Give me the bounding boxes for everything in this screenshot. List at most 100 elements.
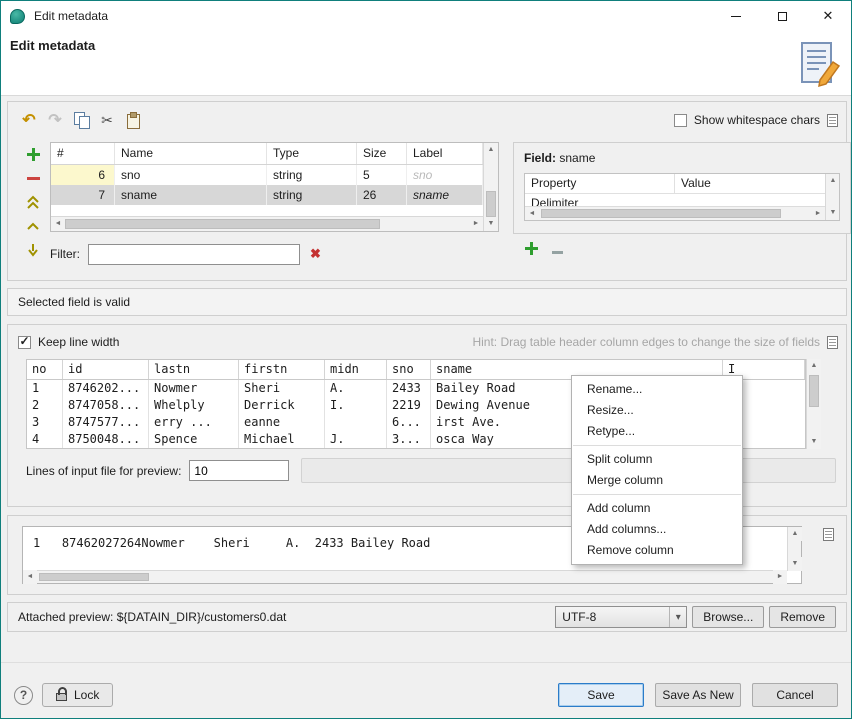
move-field-down-button[interactable] (24, 241, 42, 259)
move-field-top-button[interactable] (24, 193, 42, 211)
column-header-size[interactable]: Size (357, 143, 407, 164)
column-header[interactable]: midn (325, 360, 387, 379)
titlebar[interactable]: Edit metadata ✕ (1, 1, 851, 31)
menu-item-merge-column[interactable]: Merge column (572, 470, 742, 491)
scroll-down-icon[interactable]: ▼ (826, 206, 840, 220)
remove-field-button[interactable] (24, 169, 42, 187)
filter-label: Filter: (50, 247, 80, 261)
property-table-vscroll[interactable]: ▲ ▼ (825, 174, 839, 220)
panel-menu-icon[interactable] (827, 114, 838, 127)
scroll-down-icon[interactable]: ▼ (807, 435, 821, 449)
lines-of-input-field[interactable] (189, 460, 289, 481)
scroll-up-icon[interactable]: ▲ (807, 359, 821, 373)
column-header[interactable]: sno (387, 360, 431, 379)
scroll-left-icon[interactable]: ◄ (51, 217, 65, 231)
column-header-num[interactable]: # (51, 143, 115, 164)
scroll-right-icon[interactable]: ► (773, 570, 787, 584)
fields-table-hscroll[interactable]: ◄ ► (51, 216, 483, 231)
menu-item-retype[interactable]: Retype... (572, 421, 742, 442)
maximize-button[interactable] (759, 1, 805, 31)
menu-item-resize[interactable]: Resize... (572, 400, 742, 421)
move-field-up-button[interactable] (24, 217, 42, 235)
validation-status: Selected field is valid (7, 288, 847, 316)
add-property-button[interactable] (525, 242, 538, 258)
remove-property-button[interactable] (552, 243, 563, 257)
keep-line-width-checkbox[interactable]: ✓ (18, 336, 31, 349)
clear-filter-icon[interactable]: ✖ (310, 246, 321, 262)
check-icon: ✓ (19, 335, 29, 347)
column-header[interactable]: no (27, 360, 63, 379)
raw-preview-vscroll[interactable]: ▲ ▼ (787, 527, 801, 571)
column-header-value[interactable]: Value (675, 174, 839, 193)
scroll-up-icon[interactable]: ▲ (788, 527, 802, 541)
undo-icon[interactable]: ↶ (16, 110, 42, 130)
encoding-select[interactable]: UTF-8 ▾ (555, 606, 687, 628)
vscroll-thumb[interactable] (809, 375, 819, 407)
raw-panel-icon[interactable] (823, 528, 834, 541)
minimize-button[interactable] (713, 1, 759, 31)
scroll-left-icon[interactable]: ◄ (23, 570, 37, 584)
preview-hint: Hint: Drag table header column edges to … (472, 335, 820, 349)
column-header-label[interactable]: Label (407, 143, 483, 164)
field-row-sno[interactable]: 6 sno string 5 sno (51, 165, 483, 185)
save-as-new-button[interactable]: Save As New (655, 683, 741, 707)
chevron-up-icon (26, 221, 40, 231)
filter-input[interactable] (88, 244, 300, 265)
column-header[interactable]: firstn (239, 360, 325, 379)
column-header[interactable]: id (63, 360, 149, 379)
minus-icon (27, 177, 40, 180)
maximize-icon (778, 12, 787, 21)
scroll-left-icon[interactable]: ◄ (525, 207, 539, 221)
preview-table-vscroll[interactable]: ▲ ▼ (806, 359, 821, 449)
field-editor-panel: ↶ ↷ ✂ Show whitespace chars (7, 101, 847, 281)
vscroll-thumb[interactable] (486, 191, 496, 217)
scroll-up-icon[interactable]: ▲ (484, 143, 498, 157)
editor-toolbar: ↶ ↷ ✂ Show whitespace chars (16, 106, 838, 134)
column-header-property[interactable]: Property (525, 174, 675, 193)
field-actions-toolbar (16, 142, 50, 265)
copy-icon[interactable] (68, 110, 94, 130)
attached-preview-bar: Attached preview: ${DATAIN_DIR}/customer… (7, 602, 847, 632)
hscroll-thumb[interactable] (39, 573, 149, 581)
menu-item-split-column[interactable]: Split column (572, 449, 742, 470)
raw-preview-hscroll[interactable]: ◄ ► (23, 570, 787, 583)
minimize-icon (731, 16, 741, 17)
preview-panel-icon[interactable] (827, 336, 838, 349)
field-label: Field: (524, 151, 556, 165)
metadata-document-icon (796, 40, 842, 88)
field-name-value: sname (559, 151, 595, 165)
scroll-right-icon[interactable]: ► (469, 217, 483, 231)
menu-item-rename[interactable]: Rename... (572, 379, 742, 400)
field-properties-panel: Field: sname Property Value Delimiter ◄ … (513, 142, 851, 234)
close-button[interactable]: ✕ (805, 1, 851, 31)
menu-item-add-columns[interactable]: Add columns... (572, 519, 742, 540)
column-header[interactable]: lastn (149, 360, 239, 379)
paste-icon[interactable] (120, 110, 146, 130)
scroll-up-icon[interactable]: ▲ (826, 174, 840, 188)
hscroll-thumb[interactable] (541, 209, 781, 218)
window-title: Edit metadata (34, 9, 108, 23)
help-icon[interactable]: ? (14, 686, 33, 705)
menu-separator (573, 494, 741, 495)
cancel-button[interactable]: Cancel (752, 683, 838, 707)
browse-button[interactable]: Browse... (692, 606, 764, 628)
column-header-type[interactable]: Type (267, 143, 357, 164)
column-header-name[interactable]: Name (115, 143, 267, 164)
show-whitespace-label: Show whitespace chars (694, 113, 820, 127)
show-whitespace-checkbox[interactable] (674, 114, 687, 127)
scroll-down-icon[interactable]: ▼ (788, 557, 802, 571)
cut-icon[interactable]: ✂ (94, 110, 120, 130)
scroll-right-icon[interactable]: ► (811, 207, 825, 221)
property-table-hscroll[interactable]: ◄ ► (525, 206, 825, 220)
remove-button[interactable]: Remove (769, 606, 836, 628)
hscroll-thumb[interactable] (65, 219, 380, 229)
lines-of-input-label: Lines of input file for preview: (26, 464, 181, 478)
add-field-button[interactable] (24, 145, 42, 163)
save-button[interactable]: Save (558, 683, 644, 707)
lock-button[interactable]: Lock (42, 683, 113, 707)
menu-item-remove-column[interactable]: Remove column (572, 540, 742, 561)
scroll-down-icon[interactable]: ▼ (484, 217, 498, 231)
menu-item-add-column[interactable]: Add column (572, 498, 742, 519)
fields-table-vscroll[interactable]: ▲ ▼ (483, 143, 498, 231)
field-row-sname-selected[interactable]: 7 sname string 26 sname (51, 185, 483, 205)
